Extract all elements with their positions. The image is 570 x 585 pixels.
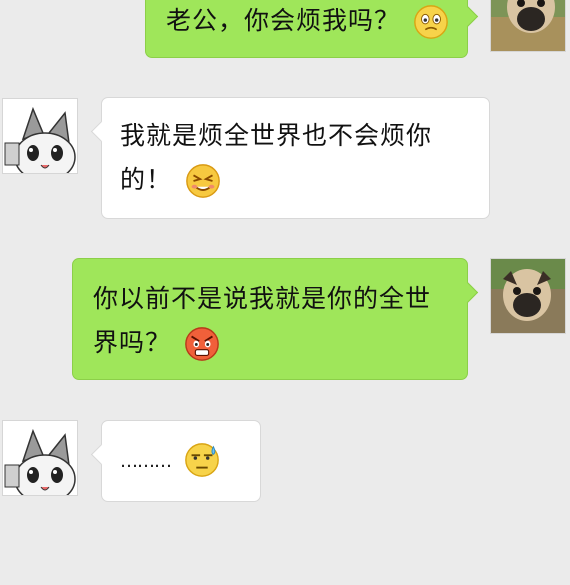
cartoon-cat-avatar-icon (3, 421, 77, 495)
pug-avatar-icon (491, 0, 565, 51)
message-text: ……… (120, 451, 172, 472)
message-text-line-2: 界吗？ (93, 328, 172, 357)
contact-avatar[interactable] (2, 98, 78, 174)
message-text-line-1: 我就是烦全世界也不会烦你 (120, 121, 433, 150)
message-bubble-2[interactable]: 我就是烦全世界也不会烦你 的！ (90, 97, 490, 219)
bubble-tail (90, 443, 113, 466)
message-bubble-3[interactable]: 你以前不是说我就是你的全世 界吗？ (72, 258, 479, 380)
cartoon-cat-avatar-icon (3, 99, 77, 173)
awkward-sweat-emoji-icon (185, 443, 219, 477)
message-bubble-1[interactable]: 老公，你会烦我吗？ (145, 0, 479, 58)
message-text-line-2: 的！ (120, 165, 173, 194)
message-text-line-1: 你以前不是说我就是你的全世 (93, 284, 432, 313)
bubble-tail (90, 120, 113, 143)
bubble-tail (456, 5, 479, 28)
pug-avatar-icon (491, 259, 565, 333)
contact-avatar[interactable] (2, 420, 78, 496)
message-text: 老公，你会烦我吗？ (166, 6, 401, 35)
my-avatar[interactable] (490, 0, 566, 52)
message-bubble-4[interactable]: ……… (90, 420, 261, 502)
my-avatar[interactable] (490, 258, 566, 334)
angry-emoji-icon (185, 327, 219, 361)
wink-emoji-icon (186, 164, 220, 198)
smile-sweat-emoji-icon (414, 5, 448, 39)
